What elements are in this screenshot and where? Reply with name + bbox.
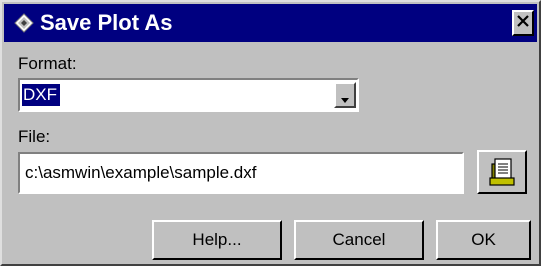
file-label: File:: [18, 127, 51, 146]
chevron-down-icon: [340, 92, 350, 110]
ok-button[interactable]: OK: [436, 220, 531, 260]
save-plot-dialog: Save Plot As Format: DXF File: c:\asmwin…: [0, 0, 541, 266]
close-x-icon: [517, 14, 529, 32]
cancel-button[interactable]: Cancel: [294, 220, 424, 260]
format-select[interactable]: DXF: [18, 78, 359, 112]
folder-document-icon: [489, 158, 515, 191]
window-title: Save Plot As: [40, 10, 173, 35]
title-bar[interactable]: Save Plot As: [4, 4, 537, 42]
close-button[interactable]: [512, 10, 534, 36]
format-dropdown-button[interactable]: [334, 82, 356, 108]
format-selected-value: DXF: [22, 84, 60, 106]
diamond-app-icon: [14, 13, 34, 33]
file-path-input[interactable]: [18, 152, 464, 194]
help-button[interactable]: Help...: [152, 220, 282, 260]
browse-button[interactable]: [477, 150, 527, 194]
format-label: Format:: [18, 54, 77, 73]
